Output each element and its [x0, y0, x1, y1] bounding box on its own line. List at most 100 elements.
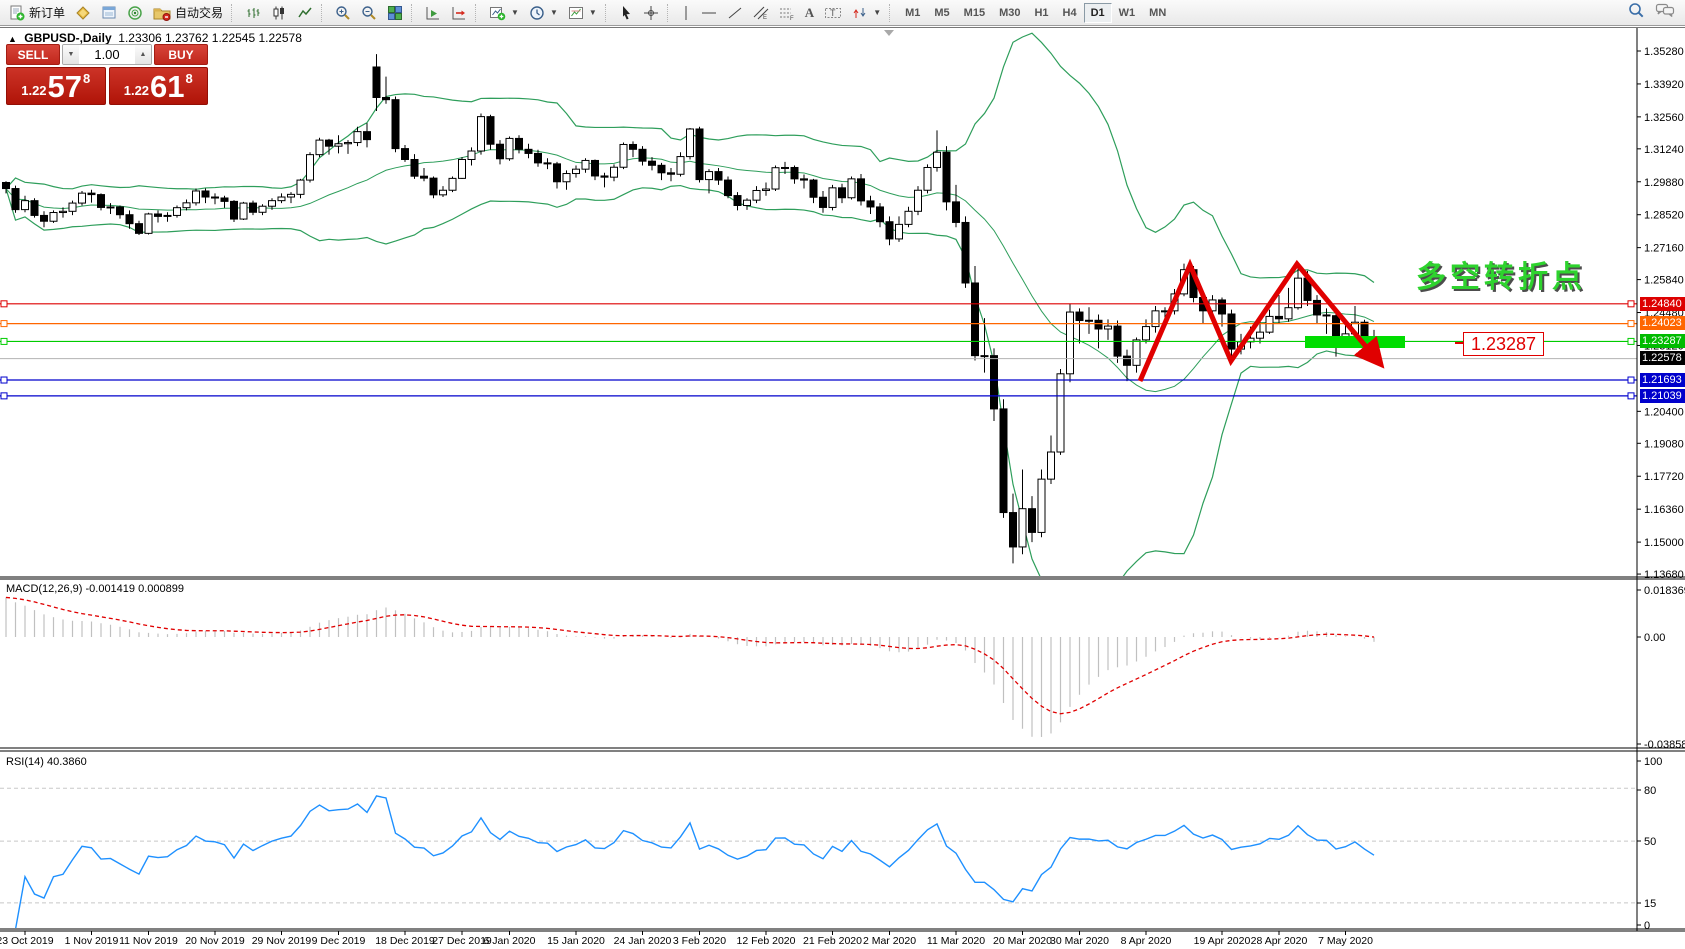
price-tag-label[interactable]: 1.23287	[1463, 332, 1544, 356]
chart-shift-button[interactable]	[446, 2, 472, 24]
volume-value[interactable]: 1.00	[79, 45, 135, 64]
date-tick-label: 20 Mar 2020	[993, 935, 1052, 947]
trendline-tool-button[interactable]	[722, 2, 748, 24]
bear-candle	[991, 356, 998, 409]
candlestick-chart-button[interactable]	[266, 2, 292, 24]
line-handle[interactable]	[1628, 393, 1634, 399]
rsi-line	[6, 796, 1374, 929]
bull-candle	[981, 356, 988, 357]
timeframe-m1[interactable]: M1	[898, 3, 927, 23]
line-handle[interactable]	[1, 301, 7, 307]
new-order-button[interactable]: 新订单	[4, 2, 70, 24]
cursor-tool-button[interactable]	[614, 2, 638, 24]
bear-candle	[430, 178, 437, 195]
volume-increase-button[interactable]: ▲	[135, 45, 151, 64]
text-icon: A	[805, 5, 814, 21]
arrows-tool-button[interactable]: ▼	[847, 2, 886, 24]
price-tick-label: 1.33920	[1644, 79, 1684, 91]
price-axis[interactable]: 1.352801.339201.325601.312401.298801.285…	[1637, 28, 1685, 932]
buy-button[interactable]: BUY	[154, 44, 208, 65]
sell-price-box[interactable]: 1.22 57 8	[6, 67, 106, 105]
text-label-tool-button[interactable]: T	[819, 2, 847, 24]
text-label-icon: T	[824, 5, 842, 21]
market-watch-button[interactable]	[70, 2, 96, 24]
autotrading-button[interactable]: 自动交易	[148, 2, 228, 24]
navigator-button[interactable]	[122, 2, 148, 24]
crosshair-tool-button[interactable]	[638, 2, 664, 24]
date-tick-label: 11 Mar 2020	[927, 935, 985, 947]
equidistant-channel-tool-button[interactable]: E	[748, 2, 774, 24]
bear-candle	[31, 201, 38, 216]
zoom-in-button[interactable]	[330, 2, 356, 24]
chevron-down-icon: ▼	[589, 8, 597, 17]
buy-price-box[interactable]: 1.22 61 8	[109, 67, 209, 105]
line-handle[interactable]	[1, 377, 7, 383]
timeframe-m5[interactable]: M5	[927, 3, 956, 23]
timeframe-m15[interactable]: M15	[957, 3, 992, 23]
profiles-button[interactable]: ▼	[524, 2, 563, 24]
timeframe-group: M1 M5 M15 M30 H1 H4 D1 W1 MN	[898, 1, 1173, 25]
chart-forward-button[interactable]	[420, 2, 446, 24]
axis-box-resistance-2: 1.24023	[1640, 316, 1685, 330]
macd-axis-label: -0.038585	[1644, 739, 1685, 751]
horizontal-line-tool-button[interactable]	[696, 2, 722, 24]
bear-candle	[383, 97, 390, 99]
tile-windows-icon	[387, 5, 403, 21]
zigzag-arrow[interactable]	[1140, 264, 1378, 381]
rsi-axis-label: 0	[1644, 920, 1650, 932]
macd-signal-value: 0.000899	[138, 583, 184, 595]
bear-candle	[544, 163, 551, 164]
search-icon[interactable]	[1628, 2, 1645, 24]
timeframe-mn[interactable]: MN	[1142, 3, 1173, 23]
line-handle[interactable]	[1628, 338, 1634, 344]
fibonacci-tool-button[interactable]: F	[774, 2, 800, 24]
line-handle[interactable]	[1628, 377, 1634, 383]
bull-candle	[1266, 316, 1273, 332]
volume-decrease-button[interactable]: ▼	[63, 45, 79, 64]
main-price-panel	[3, 33, 1378, 598]
toolbar-separator	[475, 4, 481, 22]
line-chart-button[interactable]	[292, 2, 318, 24]
chart-shift-marker[interactable]	[884, 30, 894, 36]
data-window-icon	[101, 5, 117, 21]
bull-candle	[183, 203, 190, 208]
tile-windows-button[interactable]	[382, 2, 408, 24]
timeframe-w1[interactable]: W1	[1112, 3, 1143, 23]
bull-candle	[22, 201, 29, 210]
timeframe-m30[interactable]: M30	[992, 3, 1027, 23]
new-order-label: 新订单	[29, 4, 65, 21]
zoom-out-button[interactable]	[356, 2, 382, 24]
timeframe-d1[interactable]: D1	[1084, 3, 1112, 23]
line-handle[interactable]	[1, 393, 7, 399]
timeframe-h1[interactable]: H1	[1027, 3, 1055, 23]
bear-candle	[1029, 509, 1036, 533]
line-handle[interactable]	[1628, 321, 1634, 327]
bear-candle	[1219, 300, 1226, 314]
bull-candle	[164, 215, 171, 216]
highlight-rectangle[interactable]	[1305, 336, 1405, 348]
chart-canvas[interactable]: 1.352801.339201.325601.312401.298801.285…	[0, 0, 1685, 949]
date-tick-label: 9 Dec 2019	[312, 935, 366, 947]
new-chart-button[interactable]: ▼	[484, 2, 524, 24]
vertical-line-tool-button[interactable]	[676, 2, 696, 24]
bear-candle	[820, 197, 827, 207]
timeframe-h4[interactable]: H4	[1056, 3, 1084, 23]
bull-candle	[1038, 479, 1045, 532]
templates-button[interactable]: ▼	[563, 2, 602, 24]
bar-chart-button[interactable]	[240, 2, 266, 24]
rsi-panel	[0, 788, 1637, 929]
comments-icon[interactable]	[1655, 2, 1675, 23]
line-handle[interactable]	[1, 321, 7, 327]
chevron-down-icon: ▼	[873, 8, 881, 17]
bear-candle	[326, 140, 333, 146]
collapse-trade-panel-icon[interactable]: ▲	[8, 34, 17, 44]
line-handle[interactable]	[1628, 301, 1634, 307]
text-tool-button[interactable]: A	[800, 2, 819, 24]
sell-button[interactable]: SELL	[6, 44, 60, 65]
turning-point-annotation[interactable]: 多空转折点	[1416, 252, 1586, 296]
date-tick-label: 1 Nov 2019	[65, 935, 119, 947]
data-window-button[interactable]	[96, 2, 122, 24]
line-handle[interactable]	[1, 338, 7, 344]
date-axis[interactable]: 23 Oct 20191 Nov 201911 Nov 201920 Nov 2…	[0, 931, 1373, 947]
price-tick-label: 1.16360	[1644, 504, 1684, 516]
